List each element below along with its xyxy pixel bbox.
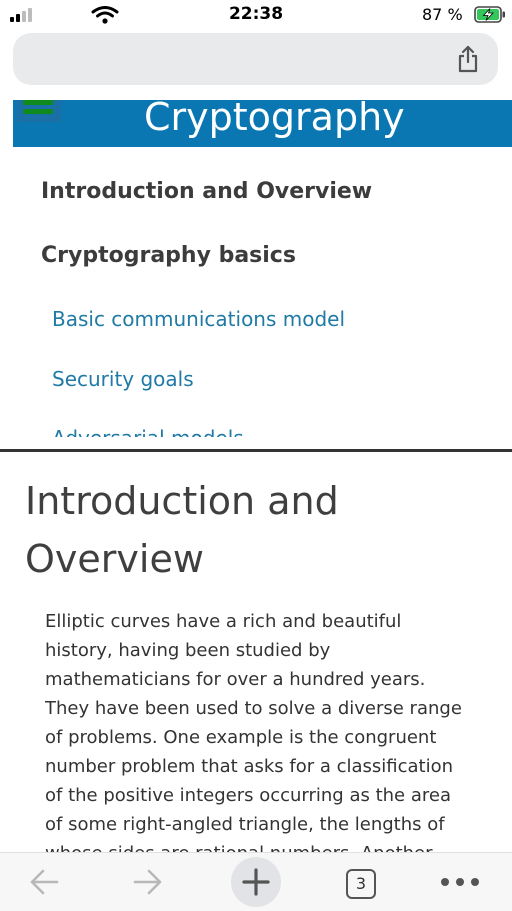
site-title: Cryptography — [144, 100, 405, 139]
battery-percent: 87 % — [422, 5, 463, 24]
hamburger-menu-icon[interactable] — [17, 100, 61, 122]
share-icon[interactable] — [456, 45, 480, 73]
toc-heading-introduction[interactable]: Introduction and Overview — [41, 179, 372, 204]
status-bar: 22:38 87 % — [0, 0, 512, 30]
table-of-contents: Introduction and Overview Cryptography b… — [0, 147, 512, 449]
toc-link-communications-model[interactable]: Basic communications model — [52, 307, 345, 331]
forward-icon[interactable] — [132, 867, 164, 897]
site-header: Cryptography — [13, 100, 512, 147]
tabs-icon[interactable]: 3 — [346, 869, 376, 899]
new-tab-icon — [242, 868, 270, 896]
bottom-toolbar: 3 — [0, 852, 512, 911]
battery-charging-icon — [474, 6, 505, 23]
article-title: Introduction and Overview — [25, 479, 339, 581]
toc-link-security-goals[interactable]: Security goals — [52, 367, 194, 391]
section-divider — [0, 449, 512, 452]
new-tab-button[interactable] — [231, 857, 281, 907]
toc-heading-cryptography-basics[interactable]: Cryptography basics — [41, 243, 296, 268]
address-bar[interactable] — [13, 33, 498, 85]
back-icon[interactable] — [28, 867, 60, 897]
browser-window: 22:38 87 % Cryptography Introduction and… — [0, 0, 512, 911]
article-body: Elliptic curves have a rich and beautifu… — [45, 611, 462, 853]
more-icon[interactable] — [440, 877, 480, 887]
toc-link-cut-off[interactable]: Adversarial models — [52, 425, 244, 437]
